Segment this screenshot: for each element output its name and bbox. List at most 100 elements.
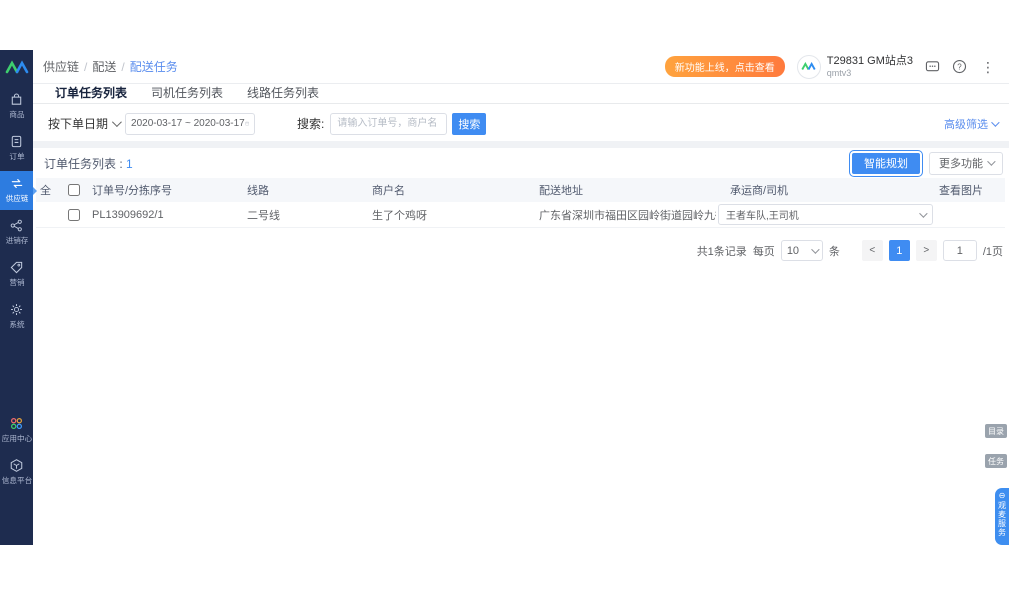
breadcrumb-supply-chain[interactable]: 供应链 xyxy=(43,58,79,75)
supply-chain-icon xyxy=(9,176,25,191)
per-page-value: 10 xyxy=(786,244,800,257)
date-type-dropdown[interactable]: 按下单日期 xyxy=(48,115,122,132)
sidebar-item-info-platform[interactable]: 信息平台 xyxy=(0,453,33,492)
tab-route-task-list[interactable]: 线路任务列表 xyxy=(235,84,331,103)
breadcrumb-separator: / xyxy=(84,59,88,74)
search-label: 搜索: xyxy=(297,117,325,131)
current-page-button[interactable]: 1 xyxy=(888,240,910,261)
more-menu-icon[interactable]: ⋮ xyxy=(979,60,997,74)
sidebar-item-label: 进销存 xyxy=(5,236,28,245)
floating-tab-directory[interactable]: 目录 xyxy=(985,424,1007,438)
logo-mark xyxy=(5,59,28,73)
col-header-order-no: 订单号/分拣序号 xyxy=(92,185,173,197)
sidebar-item-app-center[interactable]: 应用中心 xyxy=(0,411,33,450)
breadcrumb-delivery-task[interactable]: 配送任务 xyxy=(130,58,178,75)
date-range-input[interactable]: 2020-03-17 ~ 2020-03-17 xyxy=(125,112,256,135)
page: 商品 订单 供应链 进销存 营销 系统 应用中心 信息平台 供应链 / 配送 /… xyxy=(0,0,1009,598)
service-ribbon-label: 观麦服务 xyxy=(997,501,1007,537)
sidebar-item-inventory[interactable]: 进销存 xyxy=(0,213,33,252)
tab-driver-task-list[interactable]: 司机任务列表 xyxy=(139,84,235,103)
user-info: T29831 GM站点3 qmtv3 xyxy=(827,55,913,78)
total-records: 共1条记录 xyxy=(696,245,747,258)
total-pages: /1页 xyxy=(982,245,1003,258)
list-header: 订单任务列表 : 1 智能规划 更多功能 xyxy=(33,149,1009,177)
merchant-cell: 生了个鸡呀 xyxy=(372,209,427,222)
more-functions-label: 更多功能 xyxy=(939,158,983,170)
next-page-button[interactable]: > xyxy=(915,240,937,261)
sidebar-item-label: 信息平台 xyxy=(1,476,32,485)
order-task-table: 全 订单号/分拣序号 线路 商户名 配送地址 承运商/司机 查看图片 PL139… xyxy=(36,178,1005,228)
sidebar-item-system[interactable]: 系统 xyxy=(0,297,33,336)
list-actions: 智能规划 更多功能 xyxy=(849,149,1003,177)
smart-plan-button[interactable]: 智能规划 xyxy=(849,149,923,177)
top-header: 供应链 / 配送 / 配送任务 新功能上线，点击查看 T29831 GM站点3 xyxy=(33,50,1009,84)
headset-icon: ⊖ xyxy=(998,491,1006,500)
app-logo xyxy=(0,50,33,84)
chevron-down-icon xyxy=(111,117,122,128)
gear-icon xyxy=(9,302,24,317)
col-header-merchant: 商户名 xyxy=(372,185,405,197)
service-ribbon[interactable]: ⊖ 观麦服务 xyxy=(995,488,1009,545)
user-menu[interactable]: T29831 GM站点3 qmtv3 xyxy=(796,54,913,79)
prev-page-button[interactable]: < xyxy=(861,240,883,261)
date-type-label: 按下单日期 xyxy=(48,117,109,131)
new-feature-badge[interactable]: 新功能上线，点击查看 xyxy=(664,56,785,77)
sidebar-item-supply-chain[interactable]: 供应链 xyxy=(0,171,37,210)
carrier-select[interactable]: 王者车队,王司机 xyxy=(718,204,933,225)
chevron-down-icon xyxy=(919,208,928,218)
advanced-filter-link[interactable]: 高级筛选 xyxy=(944,116,1000,132)
pagination: 共1条记录 每页 10 条 < 1 > /1页 xyxy=(33,228,1009,261)
col-header-address: 配送地址 xyxy=(539,185,583,197)
list-title: 订单任务列表 : 1 xyxy=(44,155,133,172)
table-row: PL13909692/1 二号线 生了个鸡呀 广东省深圳市福田区园岭街道园岭九街… xyxy=(36,202,1005,228)
sidebar-item-orders[interactable]: 订单 xyxy=(0,129,33,168)
tab-order-task-list[interactable]: 订单任务列表 xyxy=(43,84,139,103)
main-area: 供应链 / 配送 / 配送任务 新功能上线，点击查看 T29831 GM站点3 xyxy=(33,50,1009,545)
col-header-carrier: 承运商/司机 xyxy=(730,185,789,197)
floating-tab-tasks[interactable]: 任务 xyxy=(985,454,1007,468)
share-icon xyxy=(9,218,24,233)
sidebar-item-marketing[interactable]: 营销 xyxy=(0,255,33,294)
sidebar-item-label: 商品 xyxy=(8,110,25,119)
svg-text:?: ? xyxy=(957,62,962,71)
breadcrumb-delivery[interactable]: 配送 xyxy=(92,58,116,75)
cube-icon xyxy=(9,458,24,473)
select-all-checkbox[interactable] xyxy=(68,184,80,197)
document-icon xyxy=(9,134,24,149)
search-input[interactable] xyxy=(330,112,448,135)
message-icon[interactable] xyxy=(925,60,940,74)
chevron-down-icon xyxy=(987,157,996,166)
route-cell: 二号线 xyxy=(247,209,280,222)
per-page-unit: 条 xyxy=(828,245,840,258)
sidebar-item-goods[interactable]: 商品 xyxy=(0,87,33,126)
header-right: 新功能上线，点击查看 T29831 GM站点3 qmtv3 ? ⋮ xyxy=(664,54,997,79)
address-cell: 广东省深圳市福田区园岭街道园岭九街园岭新村1区 xyxy=(539,209,716,222)
sidebar-item-label: 应用中心 xyxy=(1,434,32,443)
per-page-select[interactable]: 10 xyxy=(780,240,823,261)
tag-icon xyxy=(9,260,24,275)
carrier-select-value: 王者车队,王司机 xyxy=(726,211,799,222)
table-header-row: 全 订单号/分拣序号 线路 商户名 配送地址 承运商/司机 查看图片 xyxy=(36,178,1005,202)
sidebar-item-label: 系统 xyxy=(8,320,25,329)
select-all-cell xyxy=(60,184,90,197)
user-account: qmtv3 xyxy=(826,67,852,78)
more-functions-button[interactable]: 更多功能 xyxy=(929,151,1003,175)
apps-icon xyxy=(9,416,24,431)
list-count: 1 xyxy=(126,156,133,171)
user-site: T29831 GM站点3 xyxy=(826,55,913,67)
filter-bar: 按下单日期 2020-03-17 ~ 2020-03-17 搜索: 搜索 高级筛… xyxy=(33,112,1009,135)
sidebar-item-label: 供应链 xyxy=(5,194,28,203)
date-range-value: 2020-03-17 ~ 2020-03-17 xyxy=(131,118,245,129)
row-checkbox[interactable] xyxy=(68,208,80,221)
chevron-down-icon xyxy=(810,244,820,254)
carrier-cell: 王者车队,王司机 xyxy=(716,204,937,225)
app-window: 商品 订单 供应链 进销存 营销 系统 应用中心 信息平台 供应链 / 配送 /… xyxy=(0,50,1009,545)
avatar xyxy=(796,54,821,79)
calendar-icon xyxy=(244,121,249,126)
help-icon[interactable]: ? xyxy=(952,59,967,74)
search-button[interactable]: 搜索 xyxy=(452,112,487,135)
bag-icon xyxy=(9,92,24,107)
page-jump-input[interactable] xyxy=(942,240,977,261)
col-header-route: 线路 xyxy=(247,185,269,197)
section-divider xyxy=(33,141,1009,148)
